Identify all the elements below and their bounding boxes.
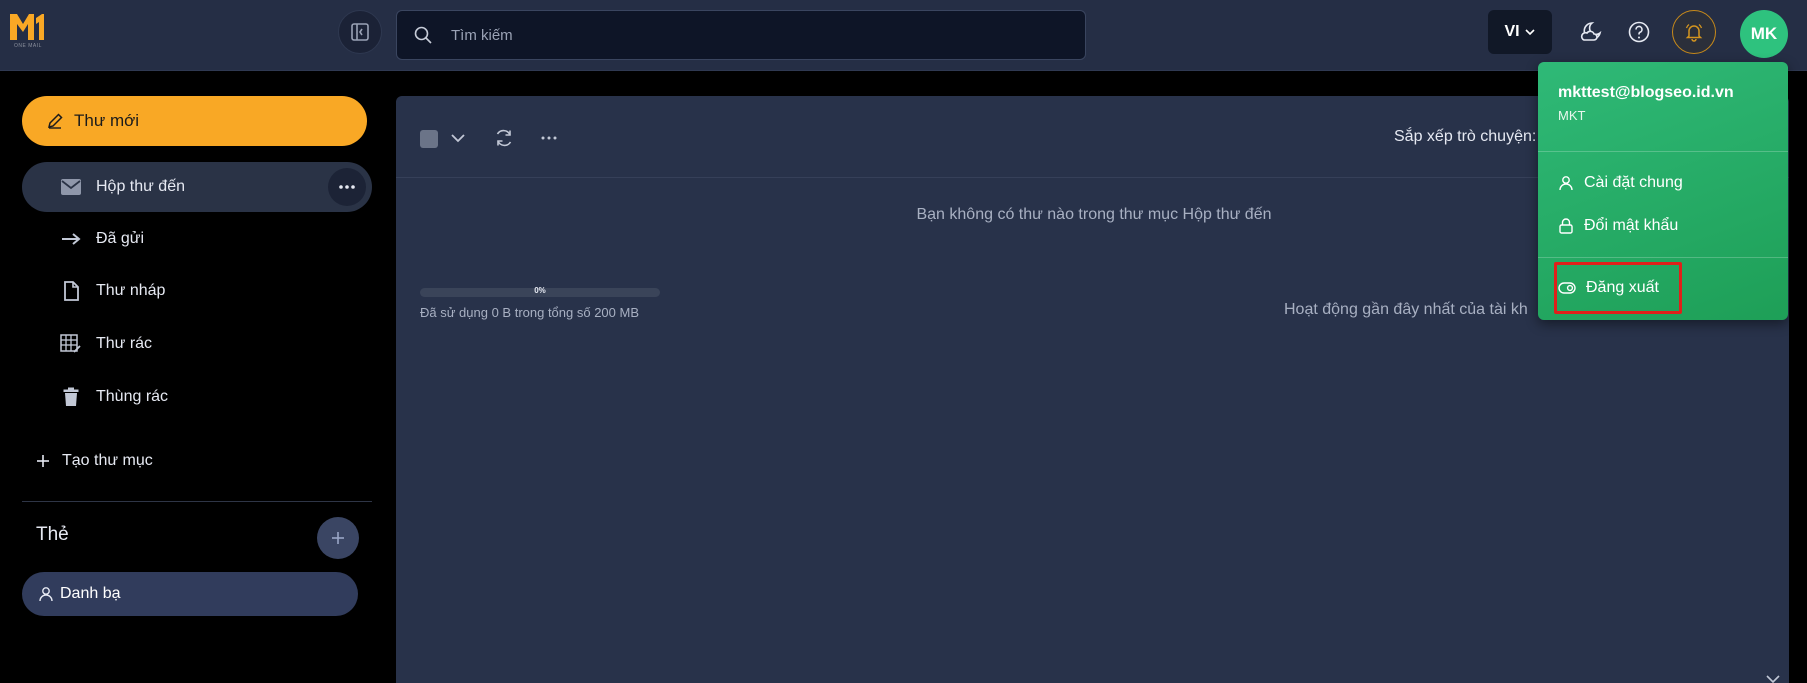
chevron-down-icon <box>451 134 465 143</box>
menu-item-label: Đổi mật khẩu <box>1584 217 1679 234</box>
chevron-down-icon <box>1766 675 1780 683</box>
search-bar[interactable] <box>396 10 1086 60</box>
sidebar-item-drafts[interactable]: Thư nháp <box>22 266 372 316</box>
logo-mark-icon <box>10 14 44 40</box>
sidebar-item-sent[interactable]: Đã gửi <box>22 214 372 264</box>
theme-toggle-button[interactable] <box>1576 17 1606 47</box>
storage-progress-bar: 0% <box>420 286 660 297</box>
sidebar-panel-icon <box>351 23 369 41</box>
trash-icon <box>60 386 82 408</box>
tags-title: Thẻ <box>36 524 69 545</box>
compose-label: Thư mới <box>74 111 140 130</box>
tag-label: Danh bạ <box>60 585 121 602</box>
change-password-item[interactable]: Đổi mật khẩu <box>1558 212 1678 240</box>
logo-subtitle: ONE MAIL <box>14 43 42 49</box>
storage-text: Đã sử dụng 0 B trong tổng số 200 MB <box>420 305 640 320</box>
sort-conversations-label[interactable]: Sắp xếp trò chuyện: <box>1394 128 1536 146</box>
menu-divider <box>1538 257 1788 258</box>
user-email: mkttest@blogseo.id.vn <box>1558 84 1734 101</box>
pencil-icon <box>47 113 63 129</box>
user-icon <box>1559 176 1573 191</box>
refresh-button[interactable] <box>492 126 516 150</box>
sidebar-item-label: Hộp thư đến <box>96 178 185 195</box>
moon-cloud-icon <box>1580 22 1602 41</box>
folder-more-button[interactable] <box>328 168 366 206</box>
more-horizontal-icon <box>339 185 355 189</box>
sidebar-item-trash[interactable]: Thùng rác <box>22 372 372 422</box>
add-tag-button[interactable] <box>317 517 359 559</box>
search-icon <box>413 25 433 45</box>
language-selector[interactable]: VI <box>1488 10 1552 54</box>
chevron-down-icon <box>1524 29 1535 36</box>
sidebar-item-label: Thùng rác <box>96 388 169 405</box>
top-bar: ONE MAIL VI <box>0 0 1807 71</box>
sidebar-item-label: Thư nháp <box>96 282 166 299</box>
logout-highlight-box <box>1554 262 1682 314</box>
sidebar-divider <box>22 501 372 502</box>
help-button[interactable] <box>1624 17 1654 47</box>
more-horizontal-icon <box>541 136 557 140</box>
app-logo[interactable]: ONE MAIL <box>8 10 48 54</box>
recent-activity-text: Hoạt động gần đây nhất của tài kh <box>1284 301 1528 318</box>
notifications-button[interactable] <box>1672 10 1716 54</box>
lock-icon <box>1559 218 1573 234</box>
sidebar-item-label: Đã gửi <box>96 230 145 247</box>
sidebar-toggle-button[interactable] <box>338 10 382 54</box>
plus-icon <box>37 455 49 467</box>
refresh-icon <box>496 129 512 147</box>
menu-divider <box>1538 151 1788 152</box>
select-all-checkbox[interactable] <box>420 130 438 148</box>
sidebar-item-label: Thư rác <box>96 335 153 352</box>
more-actions-button[interactable] <box>537 126 561 150</box>
expand-button[interactable] <box>1766 671 1780 683</box>
mail-icon <box>60 176 82 198</box>
create-folder-label: Tạo thư mục <box>62 452 153 469</box>
user-name: MKT <box>1558 108 1586 123</box>
sidebar-item-spam[interactable]: Thư rác <box>22 319 372 369</box>
tag-item-contacts[interactable]: Danh bạ <box>22 572 358 616</box>
storage-percent: 0% <box>534 286 546 295</box>
select-options-button[interactable] <box>446 126 470 150</box>
help-circle-icon <box>1628 21 1650 43</box>
file-icon <box>60 280 82 302</box>
avatar[interactable]: MK <box>1740 10 1788 58</box>
spam-grid-icon <box>60 333 82 355</box>
storage-usage: 0% Đã sử dụng 0 B trong tổng số 200 MB <box>420 286 660 320</box>
bell-icon <box>1685 23 1703 42</box>
sidebar-item-inbox[interactable]: Hộp thư đến <box>22 162 372 212</box>
general-settings-item[interactable]: Cài đặt chung <box>1558 169 1683 197</box>
user-menu-dropdown: mkttest@blogseo.id.vn MKT Cài đặt chung … <box>1538 62 1788 320</box>
compose-button[interactable]: Thư mới <box>22 96 367 146</box>
search-input[interactable] <box>451 26 1051 44</box>
user-icon <box>39 587 53 602</box>
plus-icon <box>332 532 344 544</box>
arrow-right-icon <box>60 228 82 250</box>
menu-item-label: Cài đặt chung <box>1584 174 1683 191</box>
language-label: VI <box>1504 23 1520 40</box>
create-folder-button[interactable]: Tạo thư mục <box>36 446 153 476</box>
